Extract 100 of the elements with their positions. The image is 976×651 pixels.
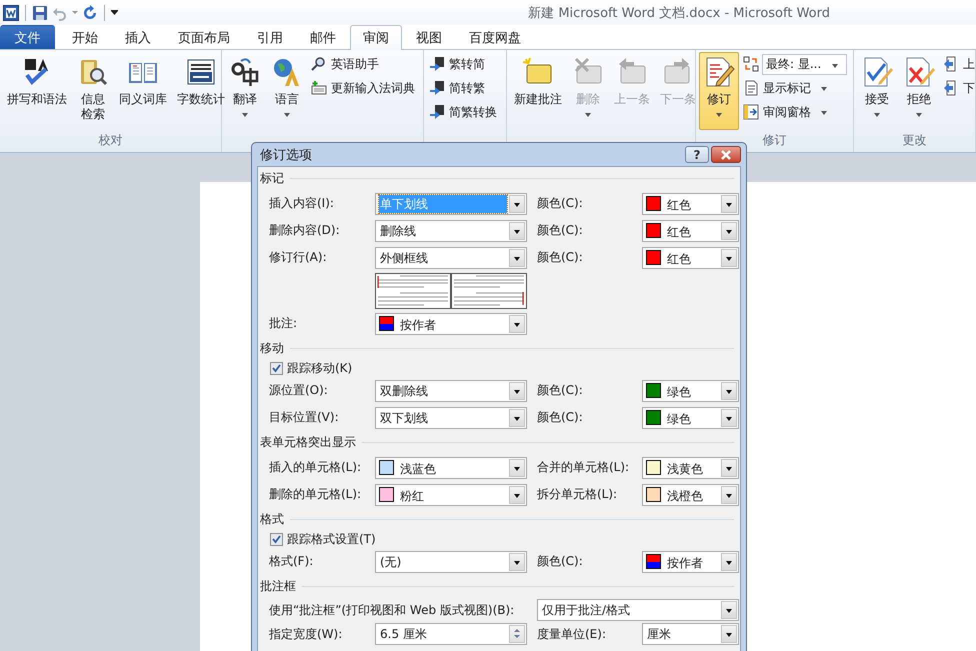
dropdown-field[interactable]: 浅黄色 [642, 456, 739, 478]
dropdown-field[interactable]: 最终: 显... [762, 54, 847, 74]
field-label: 颜色(C): [537, 553, 584, 570]
dropdown-field[interactable]: 按作者 [375, 312, 527, 334]
dropdown-button[interactable] [721, 408, 737, 426]
customize-icon[interactable] [111, 10, 118, 15]
checkbox[interactable] [270, 533, 283, 546]
ribbon-button[interactable]: 上 [941, 53, 976, 75]
dropdown-button[interactable] [509, 222, 525, 240]
dropdown-button[interactable] [509, 314, 525, 332]
field-label: 颜色(C): [537, 195, 584, 212]
dropdown-button[interactable] [509, 248, 525, 266]
dropdown-button[interactable] [721, 552, 737, 570]
dropdown-button[interactable] [721, 382, 737, 400]
dropdown-field[interactable]: 浅蓝色 [375, 456, 527, 478]
group-label: 更改 [902, 133, 926, 147]
dropdown-field[interactable]: 浅橙色 [642, 484, 739, 506]
ribbon-tab[interactable]: 邮件 [297, 25, 349, 49]
section-heading: 批注框 [260, 578, 296, 595]
field-label: 插入的单元格(L): [269, 459, 362, 476]
redo-icon[interactable] [82, 4, 98, 20]
group-label: 修订 [762, 133, 786, 147]
ribbon-button[interactable]: 语言 [267, 52, 307, 123]
field-label: 源位置(O): [269, 382, 329, 399]
ribbon-tab[interactable]: 页面布局 [165, 25, 243, 49]
dropdown-field[interactable]: 红色 [642, 192, 739, 214]
app-icon[interactable] [3, 4, 19, 20]
close-button[interactable] [711, 146, 741, 163]
ribbon-button[interactable]: 接受 [857, 52, 897, 123]
dropdown-button[interactable] [509, 486, 525, 504]
ribbon-tab[interactable]: 引用 [244, 25, 296, 49]
dropdown-field[interactable]: 红色 [642, 220, 739, 242]
ribbon-button[interactable]: 信息 检索 [73, 52, 113, 125]
field-label: 修订行(A): [269, 249, 328, 266]
field-label: 合并的单元格(L): [537, 459, 630, 476]
help-button[interactable]: ? [685, 146, 709, 163]
section-heading: 表单元格突出显示 [260, 434, 356, 451]
ribbon-tab[interactable]: 审阅 [350, 25, 402, 50]
checkbox-label[interactable]: 跟踪移动(K) [287, 360, 352, 377]
dropdown-field[interactable]: 仅用于批注/格式 [537, 599, 739, 621]
checkbox-label[interactable]: 跟踪格式设置(T) [287, 531, 376, 548]
dropdown-button[interactable] [721, 194, 737, 212]
conversion-icon [429, 56, 445, 72]
field-label: 目标位置(V): [269, 409, 340, 426]
spin-field[interactable]: 6.5 厘米 [375, 623, 527, 645]
dropdown-button[interactable] [509, 458, 525, 476]
dropdown-field[interactable]: 粉红 [375, 484, 527, 506]
field-label: 格式(F): [269, 553, 314, 570]
ribbon-button[interactable]: 简转繁 [427, 77, 499, 99]
save-icon[interactable] [32, 4, 48, 20]
dropdown-field[interactable]: 厘米 [642, 623, 739, 645]
ribbon-button[interactable]: 拒绝 [899, 52, 939, 123]
field-label: 删除内容(D): [269, 222, 341, 239]
color-swatch [646, 554, 661, 569]
translate-icon [229, 56, 261, 88]
dropdown-button[interactable] [509, 194, 525, 212]
checkbox[interactable] [270, 362, 283, 375]
ribbon-tab[interactable]: 开始 [59, 25, 111, 49]
dropdown-field[interactable]: 绿色 [642, 406, 739, 428]
spin-button[interactable] [509, 625, 525, 643]
window-title: 新建 Microsoft Word 文档.docx - Microsoft Word [528, 4, 830, 22]
ribbon-tab[interactable]: 视图 [403, 25, 455, 49]
dropdown-field[interactable]: 红色 [642, 246, 739, 268]
dropdown-button[interactable] [721, 625, 737, 643]
dropdown-field[interactable]: 删除线 [375, 220, 527, 242]
dropdown-field[interactable]: 按作者 [642, 550, 739, 572]
dropdown-button[interactable] [721, 486, 737, 504]
ribbon-button[interactable]: 更新输入法词典 [309, 77, 417, 99]
ribbon-tab[interactable]: 百度网盘 [456, 25, 534, 49]
ribbon-button[interactable]: 繁转简 [427, 53, 499, 75]
ribbon-button[interactable]: 拼写和语法 [3, 52, 71, 110]
dropdown-field[interactable]: (无) [375, 550, 527, 572]
ribbon-button[interactable]: 显示标记 [741, 77, 847, 99]
field-label: 颜色(C): [537, 249, 584, 266]
ribbon-button[interactable]: 英语助手 [309, 53, 417, 75]
conversion-icon [429, 104, 445, 120]
ribbon-tab[interactable]: 插入 [112, 25, 164, 49]
ribbon-button[interactable]: 审阅窗格 [741, 101, 847, 123]
file-tab[interactable]: 文件 [0, 25, 55, 49]
field-label: 颜色(C): [537, 409, 584, 426]
dropdown-button[interactable] [721, 248, 737, 266]
dropdown-button[interactable] [509, 382, 525, 400]
ribbon-button[interactable]: 下 [941, 77, 976, 99]
section-heading: 标记 [260, 170, 284, 187]
dropdown-field[interactable]: 双下划线 [375, 406, 527, 428]
ribbon-button[interactable]: 简繁转换 [427, 101, 499, 123]
dropdown-field[interactable]: 外侧框线 [375, 246, 527, 268]
dropdown-button[interactable] [509, 408, 525, 426]
field-label: 颜色(C): [537, 382, 584, 399]
dropdown-button[interactable] [721, 458, 737, 476]
dropdown-button[interactable] [509, 552, 525, 570]
dropdown-field[interactable]: 双删除线 [375, 380, 527, 402]
keyboard-icon [311, 80, 327, 96]
ribbon-button[interactable]: 新建批注 [510, 52, 566, 110]
ribbon-button[interactable]: 修订 [699, 52, 739, 130]
dropdown-field[interactable]: 绿色 [642, 380, 739, 402]
ribbon-button[interactable]: 同义词库 [115, 52, 171, 110]
dropdown-button[interactable] [721, 222, 737, 240]
dropdown-button[interactable] [721, 601, 737, 619]
group-label: 校对 [98, 133, 122, 147]
